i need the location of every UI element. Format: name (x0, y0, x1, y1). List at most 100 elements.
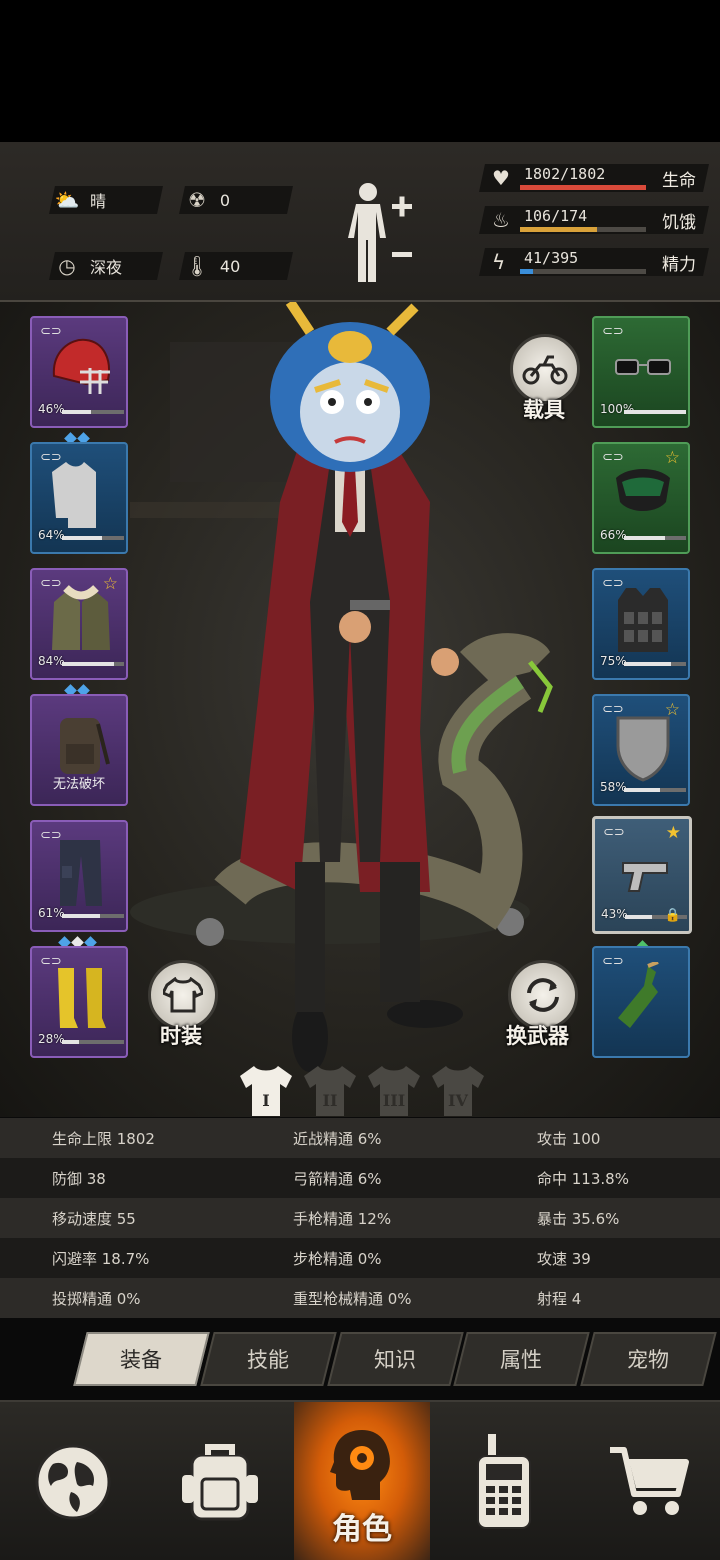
stats-row: 防御 38 弓箭精通 6% 命中 113.8% (0, 1158, 720, 1198)
vital-value: 1802/1802 (524, 165, 606, 183)
equip-slot-boots[interactable]: ⊂⊃ 28% (30, 946, 128, 1058)
nav-character[interactable]: 角色 (294, 1402, 430, 1560)
outfit-tab-2[interactable]: II (302, 1062, 358, 1118)
tab-label: 装备 (120, 1348, 163, 1372)
stat-cell: 暴击 35.6% (537, 1209, 620, 1228)
radiation-icon: ☢ (188, 188, 206, 212)
durability-bar (62, 914, 124, 918)
stat-cell: 生命上限 1802 (52, 1129, 155, 1148)
tab-1[interactable]: 技能 (200, 1332, 337, 1386)
durability-percent: 84% (38, 654, 65, 668)
stats-table: 生命上限 1802 近战精通 6% 攻击 100 防御 38 弓箭精通 6% 命中 113… (0, 1118, 720, 1318)
nav-map[interactable] (0, 1402, 146, 1560)
tab-label: 技能 (247, 1348, 290, 1372)
body-status-icon[interactable] (340, 178, 420, 288)
equip-slot-pistol[interactable]: ⊂⊃ ★ 43% 🔒 (592, 816, 692, 934)
equip-slot-mask[interactable]: ⊂⊃ ☆ 66% (592, 442, 690, 554)
tab-4[interactable]: 宠物 (580, 1332, 717, 1386)
temperature-pill: 🌡 40 (179, 252, 293, 280)
durability-fill (62, 1040, 80, 1044)
stat-cell: 手枪精通 12% (293, 1209, 392, 1228)
nav-radio[interactable] (430, 1402, 578, 1560)
equip-slot-shirt[interactable]: ⊂⊃ 64% (30, 442, 128, 554)
temperature-value: 40 (220, 256, 241, 276)
head-gear-icon (330, 1430, 390, 1500)
category-tabs: 装备 技能 知识 属性 宠物 (73, 1332, 717, 1386)
durability-bar (624, 536, 686, 540)
globe-icon (35, 1444, 111, 1520)
heart-icon: ♥ (492, 166, 510, 190)
outfit-tabs: I II III IV (238, 1062, 486, 1118)
vehicle-label: 载具 (523, 398, 565, 422)
durability-percent: 66% (600, 528, 627, 542)
durability-fill (625, 915, 652, 919)
durability-percent: 64% (38, 528, 65, 542)
stat-cell: 攻速 39 (537, 1249, 591, 1268)
top-black-bar (0, 0, 720, 142)
durability-bar (624, 410, 686, 414)
durability-percent: 43% (601, 907, 628, 921)
clock-icon: ◷ (58, 254, 76, 278)
outfit-tab-label: I (262, 1091, 269, 1110)
stat-cell: 移动速度 55 (52, 1209, 136, 1228)
durability-percent: 28% (38, 1032, 65, 1046)
nav-character-label: 角色 (332, 1512, 392, 1547)
stat-cell: 闪避率 18.7% (52, 1249, 150, 1268)
stats-row: 生命上限 1802 近战精通 6% 攻击 100 (0, 1118, 720, 1158)
tab-label: 知识 (373, 1348, 416, 1372)
durability-fill (62, 914, 100, 918)
outfit-tab-4[interactable]: IV (430, 1062, 486, 1118)
swap-icon (527, 978, 559, 1012)
durability-fill (624, 536, 665, 540)
durability-fill (624, 410, 686, 414)
unbreakable-text: 无法破坏 (52, 777, 105, 792)
vital-label: 生命 (662, 171, 696, 191)
status-header: ⛅ 晴 ☢ 0 ◷ 深夜 🌡 40 ♥ 1802/1802 生命 ♨ 106/174 饥饿… (0, 142, 720, 302)
backpack-icon (182, 1444, 258, 1521)
equip-slot-backpack[interactable]: 无法破坏 (30, 694, 128, 806)
character-area: ⊂⊃ 46% ⊂⊃ 64% ⊂⊃ ☆ 84% 无法破坏 ⊂⊃ 61% ⊂⊃ 28% ⊂⊃ 100% ⊂⊃ ☆… (0, 302, 720, 1117)
equip-slot-vest[interactable]: ⊂⊃ 75% (592, 568, 690, 680)
vital-bar (520, 227, 646, 232)
vital-label: 精力 (662, 255, 696, 275)
stat-cell: 防御 38 (52, 1169, 106, 1188)
outfit-tab-label: III (383, 1091, 405, 1110)
equip-slot-helmet[interactable]: ⊂⊃ 46% (30, 316, 128, 428)
vital-bar (520, 269, 646, 274)
radiation-value: 0 (220, 190, 231, 210)
equip-slot-molotov[interactable]: ⊂⊃ (592, 946, 690, 1058)
tab-label: 宠物 (627, 1348, 670, 1372)
lock-icon: 🔒 (664, 908, 681, 923)
tab-label: 属性 (500, 1348, 543, 1372)
tab-0[interactable]: 装备 (73, 1332, 210, 1386)
weather-pill: ⛅ 晴 (49, 186, 163, 214)
tab-3[interactable]: 属性 (453, 1332, 590, 1386)
outfit-tab-3[interactable]: III (366, 1062, 422, 1118)
outfit-tab-label: IV (448, 1091, 468, 1110)
durability-fill (62, 410, 91, 414)
durability-bar (62, 662, 124, 666)
stat-cell: 弓箭精通 6% (293, 1169, 382, 1188)
vital-value: 106/174 (524, 207, 588, 225)
tshirt-icon (163, 977, 203, 1013)
tab-2[interactable]: 知识 (326, 1332, 464, 1386)
vital-value: 41/395 (524, 249, 579, 267)
stats-row: 投掷精通 0% 重型枪械精通 0% 射程 4 (0, 1278, 720, 1318)
durability-bar (62, 410, 124, 414)
nav-shop[interactable] (578, 1402, 720, 1560)
equip-slot-jacket[interactable]: ⊂⊃ ☆ 84% (30, 568, 128, 680)
vital-1: ♨ 106/174 饥饿 (479, 206, 709, 234)
durability-fill (624, 788, 660, 792)
equip-slot-shield[interactable]: ⊂⊃ ☆ 58% (592, 694, 690, 806)
stat-cell: 步枪精通 0% (293, 1249, 382, 1268)
stat-cell: 攻击 100 (537, 1129, 601, 1148)
time-text: 深夜 (90, 258, 123, 277)
nav-inventory[interactable] (146, 1402, 294, 1560)
walkie-talkie-icon (477, 1434, 531, 1529)
energy-icon: ϟ (492, 250, 506, 274)
equip-slot-glasses[interactable]: ⊂⊃ 100% (592, 316, 690, 428)
equip-slot-pants[interactable]: ⊂⊃ 61% (30, 820, 128, 932)
durability-percent: 58% (600, 780, 627, 794)
stat-cell: 重型枪械精通 0% (293, 1289, 412, 1308)
outfit-tab-1[interactable]: I (238, 1062, 294, 1118)
